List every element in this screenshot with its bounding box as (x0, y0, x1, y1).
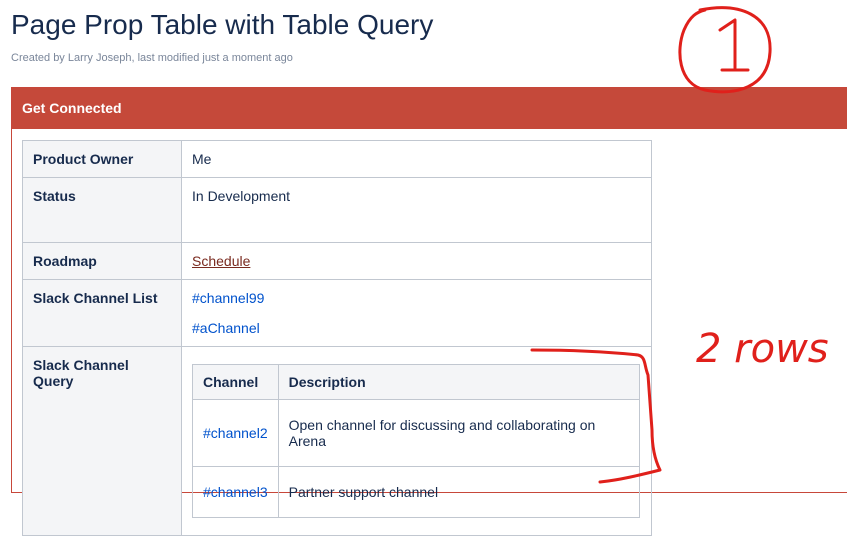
column-header-channel: Channel (192, 364, 279, 400)
slack-channel-list-label: Slack Channel List (22, 279, 182, 347)
roadmap-cell: Schedule (181, 242, 652, 280)
roadmap-label: Roadmap (22, 242, 182, 280)
table-row-slack-channel-query: Slack Channel Query Channel Description … (22, 346, 652, 536)
channel-query-table: Channel Description #channel2 Open chann… (192, 364, 641, 518)
table-row: #channel2 Open channel for discussing an… (192, 399, 641, 467)
description-cell: Open channel for discussing and collabor… (277, 399, 641, 467)
schedule-link[interactable]: Schedule (192, 253, 250, 269)
annotation-circle (678, 6, 772, 94)
panel-header: Get Connected (12, 88, 847, 129)
page-byline: Created by Larry Joseph, last modified j… (11, 52, 293, 64)
product-owner-value: Me (181, 140, 652, 178)
channel-cell: #channel3 (192, 466, 279, 518)
status-value: In Development (181, 177, 652, 243)
column-header-description: Description (277, 364, 641, 400)
page-title: Page Prop Table with Table Query (11, 9, 434, 40)
channel-link[interactable]: #aChannel (192, 320, 260, 336)
table-row-status: Status In Development (22, 177, 652, 243)
channel-link[interactable]: #channel3 (203, 484, 268, 500)
slack-channel-query-cell: Channel Description #channel2 Open chann… (181, 346, 652, 536)
table-header-row: Channel Description (192, 364, 641, 400)
page-properties-table: Product Owner Me Status In Development R… (22, 140, 652, 536)
slack-channel-list-cell: #channel99 #aChannel (181, 279, 652, 347)
table-row-roadmap: Roadmap Schedule (22, 242, 652, 280)
get-connected-panel: Get Connected Product Owner Me Status In… (11, 87, 847, 536)
table-row-product-owner: Product Owner Me (22, 140, 652, 178)
table-row-slack-channel-list: Slack Channel List #channel99 #aChannel (22, 279, 652, 347)
table-row: #channel3 Partner support channel (192, 466, 641, 518)
channel-cell: #channel2 (192, 399, 279, 467)
channel-link[interactable]: #channel99 (192, 290, 264, 306)
annotation-digit-one (718, 18, 750, 72)
channel-link[interactable]: #channel2 (203, 425, 268, 441)
status-label: Status (22, 177, 182, 243)
slack-channel-query-label: Slack Channel Query (22, 346, 182, 536)
product-owner-label: Product Owner (22, 140, 182, 178)
description-cell: Partner support channel (277, 466, 641, 518)
